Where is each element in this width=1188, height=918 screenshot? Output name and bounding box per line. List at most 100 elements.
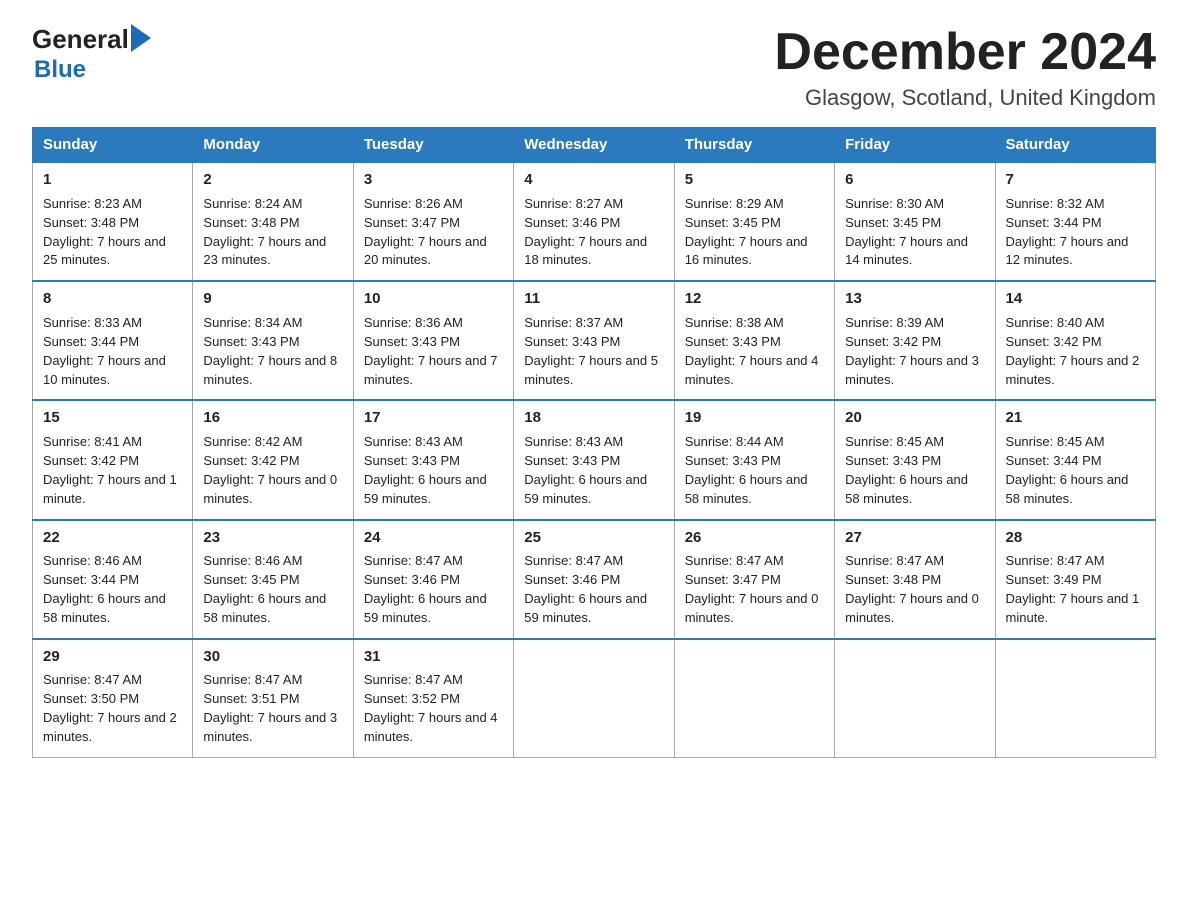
week-row-4: 22 Sunrise: 8:46 AMSunset: 3:44 PMDaylig… — [33, 520, 1156, 639]
day-info: Sunrise: 8:46 AMSunset: 3:45 PMDaylight:… — [203, 553, 326, 625]
logo: General Blue — [32, 24, 151, 84]
calendar-table: SundayMondayTuesdayWednesdayThursdayFrid… — [32, 127, 1156, 758]
logo-blue: Blue — [34, 56, 86, 84]
day-cell: 21 Sunrise: 8:45 AMSunset: 3:44 PMDaylig… — [995, 400, 1155, 519]
day-cell: 26 Sunrise: 8:47 AMSunset: 3:47 PMDaylig… — [674, 520, 834, 639]
day-cell: 6 Sunrise: 8:30 AMSunset: 3:45 PMDayligh… — [835, 162, 995, 281]
day-cell: 16 Sunrise: 8:42 AMSunset: 3:42 PMDaylig… — [193, 400, 353, 519]
day-info: Sunrise: 8:34 AMSunset: 3:43 PMDaylight:… — [203, 315, 337, 387]
weekday-header-friday: Friday — [835, 128, 995, 163]
day-cell: 23 Sunrise: 8:46 AMSunset: 3:45 PMDaylig… — [193, 520, 353, 639]
day-cell: 11 Sunrise: 8:37 AMSunset: 3:43 PMDaylig… — [514, 281, 674, 400]
week-row-3: 15 Sunrise: 8:41 AMSunset: 3:42 PMDaylig… — [33, 400, 1156, 519]
day-cell: 22 Sunrise: 8:46 AMSunset: 3:44 PMDaylig… — [33, 520, 193, 639]
day-info: Sunrise: 8:45 AMSunset: 3:43 PMDaylight:… — [845, 434, 968, 506]
week-row-2: 8 Sunrise: 8:33 AMSunset: 3:44 PMDayligh… — [33, 281, 1156, 400]
day-number: 22 — [43, 527, 182, 549]
day-number: 13 — [845, 288, 984, 310]
day-info: Sunrise: 8:47 AMSunset: 3:50 PMDaylight:… — [43, 672, 177, 744]
day-info: Sunrise: 8:37 AMSunset: 3:43 PMDaylight:… — [524, 315, 658, 387]
weekday-header-sunday: Sunday — [33, 128, 193, 163]
day-number: 29 — [43, 646, 182, 668]
week-row-5: 29 Sunrise: 8:47 AMSunset: 3:50 PMDaylig… — [33, 639, 1156, 758]
day-number: 19 — [685, 407, 824, 429]
day-cell: 30 Sunrise: 8:47 AMSunset: 3:51 PMDaylig… — [193, 639, 353, 758]
day-cell: 7 Sunrise: 8:32 AMSunset: 3:44 PMDayligh… — [995, 162, 1155, 281]
day-cell — [835, 639, 995, 758]
day-number: 31 — [364, 646, 503, 668]
day-number: 25 — [524, 527, 663, 549]
day-number: 21 — [1006, 407, 1145, 429]
day-info: Sunrise: 8:39 AMSunset: 3:42 PMDaylight:… — [845, 315, 979, 387]
day-cell: 8 Sunrise: 8:33 AMSunset: 3:44 PMDayligh… — [33, 281, 193, 400]
day-info: Sunrise: 8:46 AMSunset: 3:44 PMDaylight:… — [43, 553, 166, 625]
day-info: Sunrise: 8:43 AMSunset: 3:43 PMDaylight:… — [364, 434, 487, 506]
day-info: Sunrise: 8:27 AMSunset: 3:46 PMDaylight:… — [524, 196, 647, 268]
day-cell: 17 Sunrise: 8:43 AMSunset: 3:43 PMDaylig… — [353, 400, 513, 519]
week-row-1: 1 Sunrise: 8:23 AMSunset: 3:48 PMDayligh… — [33, 162, 1156, 281]
day-cell: 2 Sunrise: 8:24 AMSunset: 3:48 PMDayligh… — [193, 162, 353, 281]
day-cell — [514, 639, 674, 758]
day-info: Sunrise: 8:32 AMSunset: 3:44 PMDaylight:… — [1006, 196, 1129, 268]
day-number: 20 — [845, 407, 984, 429]
day-cell: 27 Sunrise: 8:47 AMSunset: 3:48 PMDaylig… — [835, 520, 995, 639]
day-number: 11 — [524, 288, 663, 310]
day-cell: 12 Sunrise: 8:38 AMSunset: 3:43 PMDaylig… — [674, 281, 834, 400]
day-info: Sunrise: 8:47 AMSunset: 3:51 PMDaylight:… — [203, 672, 337, 744]
day-cell: 3 Sunrise: 8:26 AMSunset: 3:47 PMDayligh… — [353, 162, 513, 281]
day-info: Sunrise: 8:30 AMSunset: 3:45 PMDaylight:… — [845, 196, 968, 268]
day-cell: 20 Sunrise: 8:45 AMSunset: 3:43 PMDaylig… — [835, 400, 995, 519]
day-info: Sunrise: 8:43 AMSunset: 3:43 PMDaylight:… — [524, 434, 647, 506]
day-cell: 31 Sunrise: 8:47 AMSunset: 3:52 PMDaylig… — [353, 639, 513, 758]
day-cell — [995, 639, 1155, 758]
day-number: 8 — [43, 288, 182, 310]
day-number: 16 — [203, 407, 342, 429]
logo-icon — [131, 24, 151, 54]
day-cell: 18 Sunrise: 8:43 AMSunset: 3:43 PMDaylig… — [514, 400, 674, 519]
day-number: 12 — [685, 288, 824, 310]
day-cell: 14 Sunrise: 8:40 AMSunset: 3:42 PMDaylig… — [995, 281, 1155, 400]
day-info: Sunrise: 8:36 AMSunset: 3:43 PMDaylight:… — [364, 315, 498, 387]
day-number: 1 — [43, 169, 182, 191]
day-number: 27 — [845, 527, 984, 549]
month-title: December 2024 — [774, 24, 1156, 81]
day-info: Sunrise: 8:29 AMSunset: 3:45 PMDaylight:… — [685, 196, 808, 268]
day-info: Sunrise: 8:47 AMSunset: 3:46 PMDaylight:… — [364, 553, 487, 625]
day-info: Sunrise: 8:26 AMSunset: 3:47 PMDaylight:… — [364, 196, 487, 268]
logo-general: General — [32, 26, 129, 52]
day-info: Sunrise: 8:41 AMSunset: 3:42 PMDaylight:… — [43, 434, 177, 506]
day-cell: 9 Sunrise: 8:34 AMSunset: 3:43 PMDayligh… — [193, 281, 353, 400]
day-cell: 1 Sunrise: 8:23 AMSunset: 3:48 PMDayligh… — [33, 162, 193, 281]
weekday-header-monday: Monday — [193, 128, 353, 163]
day-number: 24 — [364, 527, 503, 549]
day-info: Sunrise: 8:44 AMSunset: 3:43 PMDaylight:… — [685, 434, 808, 506]
day-info: Sunrise: 8:45 AMSunset: 3:44 PMDaylight:… — [1006, 434, 1129, 506]
day-cell: 5 Sunrise: 8:29 AMSunset: 3:45 PMDayligh… — [674, 162, 834, 281]
day-info: Sunrise: 8:47 AMSunset: 3:49 PMDaylight:… — [1006, 553, 1140, 625]
day-cell: 15 Sunrise: 8:41 AMSunset: 3:42 PMDaylig… — [33, 400, 193, 519]
day-cell: 19 Sunrise: 8:44 AMSunset: 3:43 PMDaylig… — [674, 400, 834, 519]
day-cell: 10 Sunrise: 8:36 AMSunset: 3:43 PMDaylig… — [353, 281, 513, 400]
day-number: 9 — [203, 288, 342, 310]
logo-text: General — [32, 24, 151, 54]
day-number: 26 — [685, 527, 824, 549]
day-cell — [674, 639, 834, 758]
day-info: Sunrise: 8:24 AMSunset: 3:48 PMDaylight:… — [203, 196, 326, 268]
day-cell: 24 Sunrise: 8:47 AMSunset: 3:46 PMDaylig… — [353, 520, 513, 639]
day-cell: 28 Sunrise: 8:47 AMSunset: 3:49 PMDaylig… — [995, 520, 1155, 639]
day-info: Sunrise: 8:33 AMSunset: 3:44 PMDaylight:… — [43, 315, 166, 387]
day-info: Sunrise: 8:40 AMSunset: 3:42 PMDaylight:… — [1006, 315, 1140, 387]
day-info: Sunrise: 8:47 AMSunset: 3:52 PMDaylight:… — [364, 672, 498, 744]
weekday-header-tuesday: Tuesday — [353, 128, 513, 163]
day-info: Sunrise: 8:47 AMSunset: 3:46 PMDaylight:… — [524, 553, 647, 625]
day-info: Sunrise: 8:42 AMSunset: 3:42 PMDaylight:… — [203, 434, 337, 506]
day-info: Sunrise: 8:23 AMSunset: 3:48 PMDaylight:… — [43, 196, 166, 268]
day-number: 4 — [524, 169, 663, 191]
day-number: 3 — [364, 169, 503, 191]
day-number: 6 — [845, 169, 984, 191]
day-cell: 29 Sunrise: 8:47 AMSunset: 3:50 PMDaylig… — [33, 639, 193, 758]
day-number: 14 — [1006, 288, 1145, 310]
location-title: Glasgow, Scotland, United Kingdom — [774, 85, 1156, 111]
day-number: 23 — [203, 527, 342, 549]
day-number: 5 — [685, 169, 824, 191]
